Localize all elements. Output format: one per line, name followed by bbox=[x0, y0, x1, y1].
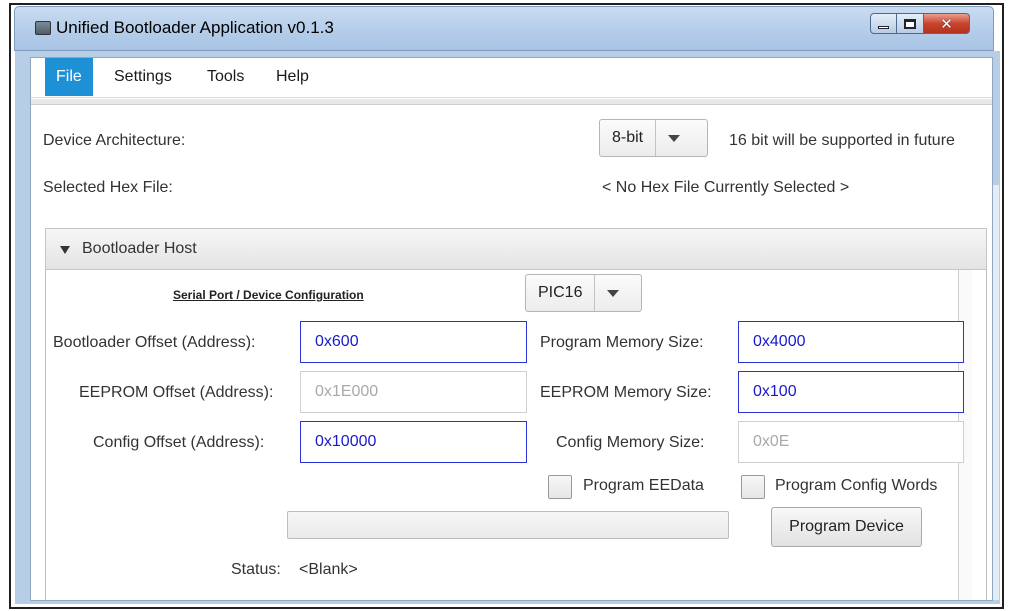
chevron-down-icon bbox=[656, 120, 692, 156]
window-controls: ✕ bbox=[870, 13, 970, 34]
eeprom-offset-field: 0x1E000 bbox=[300, 371, 527, 413]
program-eedata-label: Program EEData bbox=[583, 477, 704, 494]
eeprom-memory-size-label: EEPROM Memory Size: bbox=[540, 384, 712, 401]
bootloader-offset-label: Bootloader Offset (Address): bbox=[53, 334, 256, 351]
architecture-note: 16 bit will be supported in future bbox=[729, 132, 955, 149]
hex-file-label: Selected Hex File: bbox=[43, 179, 173, 196]
eeprom-offset-label: EEPROM Offset (Address): bbox=[79, 384, 274, 401]
menu-settings[interactable]: Settings bbox=[103, 58, 183, 96]
config-memory-size-field: 0x0E bbox=[738, 421, 964, 463]
program-config-words-label: Program Config Words bbox=[775, 477, 938, 494]
menu-bar: File Settings Tools Help bbox=[31, 58, 992, 98]
close-icon: ✕ bbox=[940, 14, 953, 33]
maximize-button[interactable] bbox=[897, 13, 924, 34]
bootloader-offset-field[interactable]: 0x600 bbox=[300, 321, 527, 363]
serial-config-link[interactable]: Serial Port / Device Configuration bbox=[173, 288, 364, 302]
progress-bar bbox=[287, 511, 729, 539]
title-bar: Unified Bootloader Application v0.1.3 ✕ bbox=[14, 6, 994, 51]
chevron-down-icon bbox=[595, 275, 631, 311]
status-label: Status: bbox=[231, 561, 281, 578]
architecture-dropdown[interactable]: 8-bit bbox=[599, 119, 708, 157]
program-memory-size-field[interactable]: 0x4000 bbox=[738, 321, 964, 363]
panel-title: Bootloader Host bbox=[82, 240, 197, 257]
device-family-value: PIC16 bbox=[526, 275, 596, 311]
client-area: File Settings Tools Help Device Architec… bbox=[30, 57, 993, 601]
config-offset-field[interactable]: 0x10000 bbox=[300, 421, 527, 463]
program-config-words-checkbox[interactable] bbox=[741, 475, 765, 499]
collapse-triangle-icon bbox=[60, 246, 70, 254]
device-family-dropdown[interactable]: PIC16 bbox=[525, 274, 642, 312]
program-eedata-checkbox[interactable] bbox=[548, 475, 572, 499]
device-architecture-label: Device Architecture: bbox=[43, 132, 186, 149]
minimize-button[interactable] bbox=[870, 13, 897, 34]
window-title: Unified Bootloader Application v0.1.3 bbox=[56, 18, 334, 37]
menu-tools[interactable]: Tools bbox=[196, 58, 255, 96]
window-edge bbox=[993, 185, 999, 600]
maximize-icon bbox=[904, 18, 916, 29]
menu-help[interactable]: Help bbox=[265, 58, 320, 96]
app-icon bbox=[35, 21, 51, 35]
status-value: <Blank> bbox=[299, 561, 358, 578]
minimize-icon bbox=[878, 26, 889, 29]
close-button[interactable]: ✕ bbox=[924, 13, 970, 34]
program-device-button[interactable]: Program Device bbox=[771, 507, 922, 547]
config-memory-size-label: Config Memory Size: bbox=[556, 434, 705, 451]
hex-file-value: < No Hex File Currently Selected > bbox=[602, 179, 850, 196]
architecture-value: 8-bit bbox=[600, 120, 657, 156]
config-offset-label: Config Offset (Address): bbox=[93, 434, 265, 451]
menu-file[interactable]: File bbox=[45, 58, 93, 96]
menu-separator bbox=[31, 99, 992, 105]
eeprom-memory-size-field[interactable]: 0x100 bbox=[738, 371, 964, 413]
bootloader-host-header[interactable]: Bootloader Host bbox=[45, 228, 987, 270]
program-memory-size-label: Program Memory Size: bbox=[540, 334, 704, 351]
